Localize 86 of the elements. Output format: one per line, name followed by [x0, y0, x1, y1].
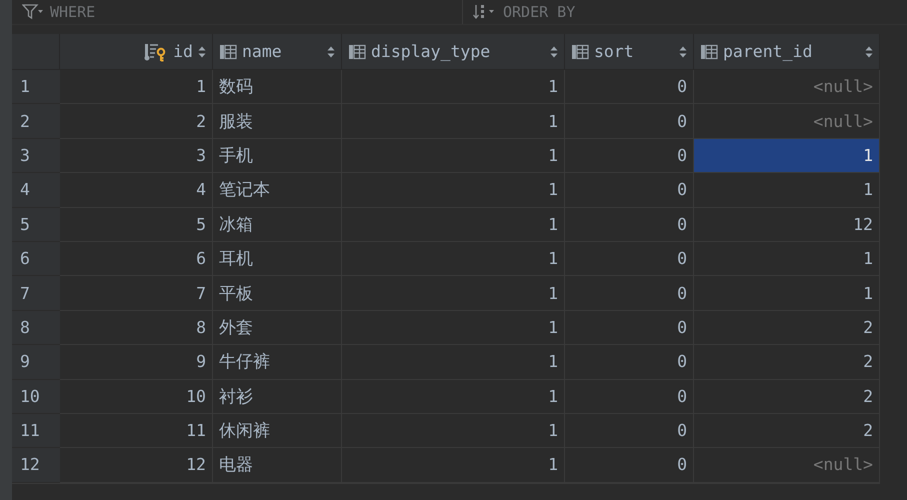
column-header[interactable]: sort: [565, 34, 694, 70]
table-cell[interactable]: 外套: [213, 310, 342, 346]
column-icon: [348, 44, 366, 60]
table-cell[interactable]: 笔记本: [213, 173, 342, 208]
table-cell[interactable]: 1: [342, 276, 565, 311]
row-number: 2: [12, 104, 60, 139]
column-header[interactable]: id: [60, 34, 213, 70]
column-icon: [571, 44, 589, 60]
table-cell[interactable]: 10: [60, 380, 213, 414]
table-cell[interactable]: 电器: [213, 448, 342, 483]
table-cell[interactable]: 1: [60, 70, 213, 104]
table-cell[interactable]: 8: [60, 310, 213, 346]
table-cell[interactable]: 1: [694, 242, 880, 276]
table-cell[interactable]: 1: [342, 380, 565, 414]
table-cell[interactable]: 手机: [213, 138, 342, 174]
table-cell[interactable]: 1: [342, 414, 565, 448]
column-header[interactable]: parent_id: [694, 34, 880, 70]
sort-arrows-icon[interactable]: [679, 46, 687, 58]
table-cell[interactable]: 冰箱: [213, 208, 342, 242]
table-cell[interactable]: 0: [565, 448, 694, 483]
table-cell[interactable]: 1: [694, 138, 880, 174]
table-cell[interactable]: 1: [342, 138, 565, 174]
row-number: 8: [12, 310, 60, 346]
column-icon: [700, 44, 718, 60]
table-cell[interactable]: 1: [342, 173, 565, 208]
table-cell[interactable]: 1: [342, 70, 565, 104]
row-number: 6: [12, 242, 60, 276]
table-cell[interactable]: 2: [694, 380, 880, 414]
row-number: 7: [12, 276, 60, 311]
table-cell[interactable]: 0: [565, 414, 694, 448]
table-cell[interactable]: 衬衫: [213, 380, 342, 414]
table-cell[interactable]: 1: [342, 448, 565, 483]
row-number: 11: [12, 414, 60, 448]
table-cell[interactable]: 1: [342, 310, 565, 346]
row-number: 10: [12, 380, 60, 414]
sort-arrows-icon[interactable]: [198, 46, 206, 58]
sort-icon[interactable]: [473, 4, 497, 20]
table-cell[interactable]: 4: [60, 173, 213, 208]
table-cell[interactable]: 0: [565, 242, 694, 276]
table-cell[interactable]: 12: [60, 448, 213, 483]
table-cell[interactable]: 2: [694, 345, 880, 380]
table-cell[interactable]: 9: [60, 345, 213, 380]
row-number: 5: [12, 208, 60, 242]
table-cell[interactable]: 1: [694, 276, 880, 311]
table-cell[interactable]: 0: [565, 276, 694, 311]
table-cell[interactable]: 3: [60, 138, 213, 174]
table-cell[interactable]: 1: [342, 345, 565, 380]
table-cell[interactable]: 11: [60, 414, 213, 448]
row-number: 12: [12, 448, 60, 483]
row-number: 4: [12, 173, 60, 208]
table-cell[interactable]: 5: [60, 208, 213, 242]
table-cell[interactable]: 0: [565, 173, 694, 208]
table-cell[interactable]: 2: [694, 414, 880, 448]
table-cell[interactable]: 0: [565, 345, 694, 380]
column-header[interactable]: display_type: [342, 34, 565, 70]
table-cell[interactable]: 7: [60, 276, 213, 311]
sort-arrows-icon[interactable]: [327, 46, 335, 58]
table-cell[interactable]: 0: [565, 70, 694, 104]
table-cell[interactable]: 数码: [213, 70, 342, 104]
filter-icon[interactable]: [22, 4, 44, 20]
table-cell[interactable]: 12: [694, 208, 880, 242]
column-header[interactable]: name: [213, 34, 342, 70]
table-cell[interactable]: 2: [60, 104, 213, 139]
where-field[interactable]: WHERE: [50, 3, 350, 21]
sort-arrows-icon[interactable]: [865, 46, 873, 58]
table-cell[interactable]: 1: [694, 173, 880, 208]
table-cell[interactable]: 0: [565, 380, 694, 414]
table-cell[interactable]: 平板: [213, 276, 342, 311]
row-number: 9: [12, 345, 60, 380]
sort-arrows-icon[interactable]: [550, 46, 558, 58]
row-number: 1: [12, 70, 60, 104]
table-cell[interactable]: 休闲裤: [213, 414, 342, 448]
table-cell[interactable]: 耳机: [213, 242, 342, 276]
table-cell[interactable]: 牛仔裤: [213, 345, 342, 380]
order-by-field[interactable]: ORDER BY: [503, 3, 803, 21]
table-cell[interactable]: 1: [342, 242, 565, 276]
table-cell[interactable]: 1: [342, 104, 565, 139]
table-cell[interactable]: 2: [694, 310, 880, 346]
table-cell[interactable]: 0: [565, 310, 694, 346]
table-cell[interactable]: 6: [60, 242, 213, 276]
table-cell[interactable]: 0: [565, 104, 694, 139]
row-number: 3: [12, 138, 60, 174]
table-cell[interactable]: 服装: [213, 104, 342, 139]
column-icon: [219, 44, 237, 60]
table-cell[interactable]: 0: [565, 208, 694, 242]
table-cell[interactable]: 1: [342, 208, 565, 242]
